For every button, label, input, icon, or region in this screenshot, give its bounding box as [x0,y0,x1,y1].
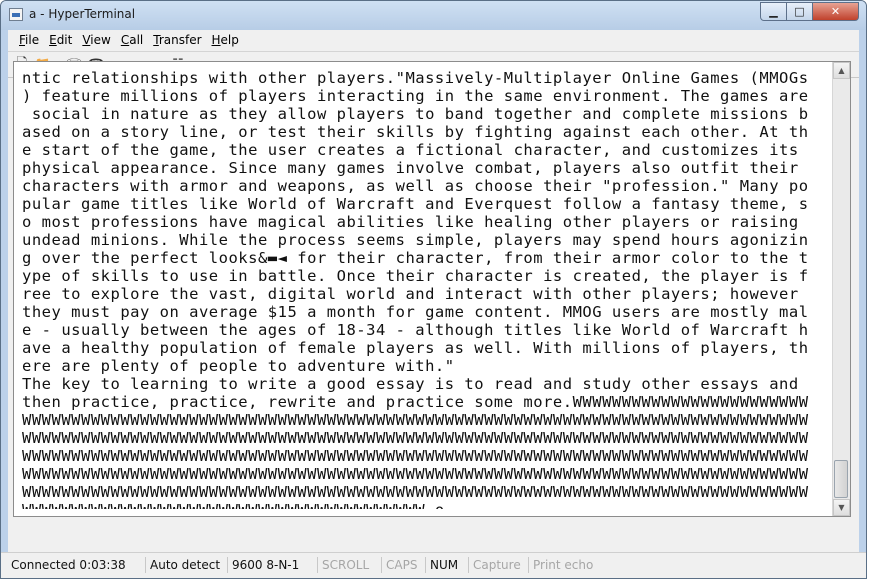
title-bar[interactable]: a - HyperTerminal ▁ □ ✕ [1,1,866,30]
menu-call[interactable]: Call [116,33,148,47]
status-bar: Connected 0:03:38 Auto detect 9600 8-N-1… [1,552,866,578]
status-scroll: SCROLL [317,557,369,573]
menu-view-label: iew [90,33,111,47]
terminal-line: WWWWWWWWWWWWWWWWWWWWWWWWWWWWWWWWWWWWWWWW… [22,429,809,447]
status-capture: Capture [468,557,521,573]
hyperterminal-window: a - HyperTerminal ▁ □ ✕ File Edit View C… [0,0,867,579]
terminal-line: physical appearance. Since many games in… [22,159,809,177]
terminal-line: ) feature millions of players interactin… [22,87,809,105]
terminal-line: g over the perfect looks&▬◄ for their ch… [22,249,809,267]
terminal-line: ntic relationships with other players."M… [22,69,809,87]
vertical-scrollbar[interactable]: ▲ ▼ [832,62,850,516]
terminal-line: characters with armor and weapons, as we… [22,177,809,195]
terminal-line: ype of skills to use in battle. Once the… [22,267,809,285]
menu-help-accel: H [211,33,221,47]
menu-edit-label: dit [56,33,73,47]
menu-edit[interactable]: Edit [44,33,77,47]
terminal-screen[interactable]: ntic relationships with other players."M… [22,69,822,509]
menu-call-label: all [129,33,144,47]
terminal-line: WWWWWWWWWWWWWWWWWWWWWWWWWWWWWWWWWWWWWWWW… [22,411,809,429]
maximize-button[interactable]: □ [787,2,813,21]
scroll-down-icon[interactable]: ▼ [833,499,850,516]
status-settings: 9600 8-N-1 [227,557,299,573]
terminal-line: social in nature as they allow players t… [22,105,809,123]
terminal-line: WWWWWWWWWWWWWWWWWWWWWWWWWWWWWWWWWWWWWWWW… [22,447,809,465]
terminal-line: they must pay on average $15 a month for… [22,303,809,321]
status-print-echo: Print echo [528,557,593,573]
terminal-app-icon[interactable] [9,8,23,21]
terminal-line: e - usually between the ages of 18-34 - … [22,321,809,339]
menu-bar: File Edit View Call Transfer Help [8,30,859,50]
terminal-line: e start of the game, the user creates a … [22,141,809,159]
menu-view[interactable]: View [77,33,115,47]
minimize-button[interactable]: ▁ [760,2,787,21]
status-caps: CAPS [381,557,417,573]
terminal-line: undead minions. While the process seems … [22,231,809,249]
status-detect: Auto detect [145,557,220,573]
menu-file-label: ile [25,33,40,47]
terminal-frame: ntic relationships with other players."M… [13,61,851,517]
terminal-line: ave a healthy population of female playe… [22,339,809,357]
menu-transfer[interactable]: Transfer [148,33,206,47]
window-title: a - HyperTerminal [29,7,136,21]
terminal-line: WWWWWWWWWWWWWWWWWWWWWWWWWWWWWWWWWWWWWWWW… [22,465,809,483]
menu-edit-accel: E [49,33,57,47]
menu-transfer-label: ransfer [158,33,202,47]
terminal-line: The key to learning to write a good essa… [22,375,809,393]
terminal-line: ree to explore the vast, digital world a… [22,285,809,303]
status-connected: Connected 0:03:38 [11,558,126,572]
menu-help-label: elp [220,33,239,47]
terminal-line: pular game titles like World of Warcraft… [22,195,809,213]
menu-file[interactable]: File [14,33,44,47]
window-controls: ▁ □ ✕ [760,2,859,21]
terminal-line: WWWWWWWWWWWWWWWWWWWWWWWWWWWWWWWWWWWWWWWW… [22,501,822,509]
menu-help[interactable]: Help [207,33,244,47]
menu-call-accel: C [120,33,130,47]
terminal-line: ased on a story line, or test their skil… [22,123,809,141]
terminal-line: WWWWWWWWWWWWWWWWWWWWWWWWWWWWWWWWWWWWWWWW… [22,483,809,501]
terminal-line: o most professions have magical abilitie… [22,213,809,231]
terminal-line: ere are plenty of people to adventure wi… [22,357,455,375]
scroll-thumb[interactable] [834,460,848,498]
scroll-up-icon[interactable]: ▲ [833,62,850,79]
status-num: NUM [425,557,458,573]
close-button[interactable]: ✕ [813,2,859,21]
terminal-line: then practice, practice, rewrite and pra… [22,393,809,411]
